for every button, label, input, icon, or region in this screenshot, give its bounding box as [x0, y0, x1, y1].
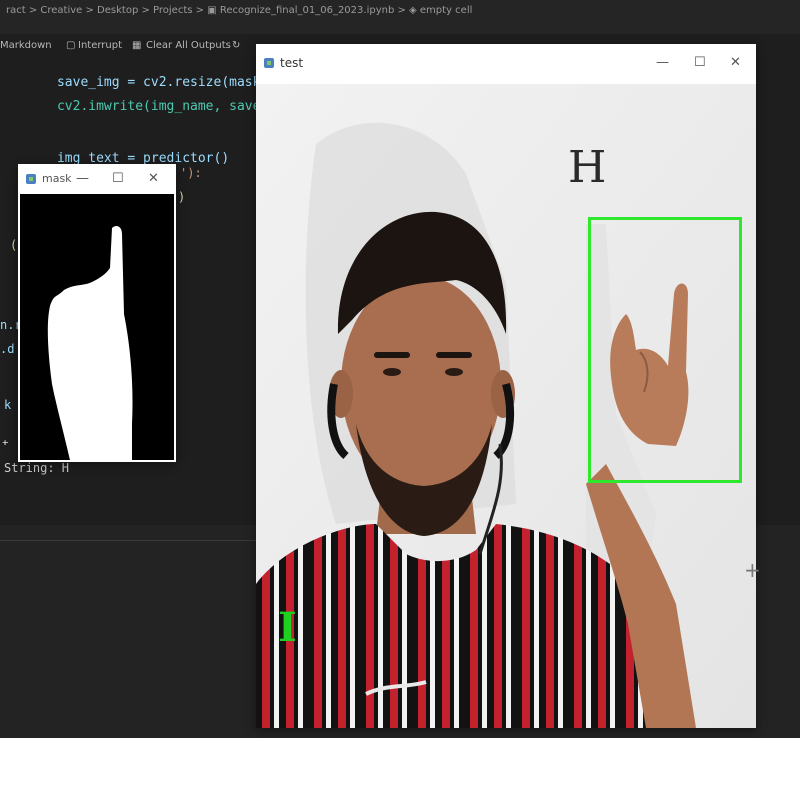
divider — [0, 540, 256, 541]
minimize-icon[interactable]: — — [656, 55, 669, 70]
close-icon[interactable]: ✕ — [148, 171, 159, 186]
text-cursor-letter: I — [278, 604, 297, 651]
maximize-icon[interactable]: ☐ — [112, 171, 124, 186]
maximize-icon[interactable]: ☐ — [694, 55, 706, 70]
mask-window[interactable]: mask — ☐ ✕ — [18, 164, 176, 462]
bottom-margin — [0, 738, 800, 800]
restart-icon[interactable]: ↻ — [232, 40, 240, 51]
markdown-button[interactable]: Markdown — [0, 40, 52, 51]
breadcrumb-path[interactable]: ract > Creative > Desktop > Projects > ▣… — [6, 5, 472, 16]
clear-outputs-button[interactable]: Clear All Outputs — [146, 40, 231, 51]
mask-window-titlebar[interactable]: mask — ☐ ✕ — [18, 164, 176, 194]
screenshot: ract > Creative > Desktop > Projects > ▣… — [0, 0, 800, 800]
code-fragment: '): — [180, 166, 202, 180]
code-fragment: k — [4, 398, 12, 412]
test-window[interactable]: test — ☐ ✕ H I — [256, 44, 756, 728]
clear-icon[interactable]: ▦ — [132, 40, 141, 51]
prediction-letter: H — [568, 142, 607, 193]
camera-feed: H I — [256, 84, 756, 728]
code-fragment: ( — [10, 238, 18, 252]
crosshair-cursor-icon: + — [744, 558, 761, 582]
interrupt-button[interactable]: Interrupt — [78, 40, 122, 51]
stop-icon[interactable]: ▢ — [66, 40, 75, 51]
hand-roi-box — [588, 217, 742, 483]
breadcrumb: ract > Creative > Desktop > Projects > ▣… — [0, 0, 800, 34]
output-string-line: String: H — [4, 461, 70, 475]
close-icon[interactable]: ✕ — [730, 55, 741, 70]
code-fragment: ) — [178, 190, 186, 204]
code-fragment: .d — [0, 342, 15, 356]
app-icon — [26, 174, 36, 184]
test-window-titlebar[interactable]: test — ☐ ✕ — [256, 44, 756, 84]
app-icon — [264, 58, 274, 68]
minimize-icon[interactable]: — — [76, 171, 89, 186]
mask-window-title: mask — [42, 172, 72, 185]
mask-image — [20, 194, 174, 460]
test-window-title: test — [280, 56, 304, 70]
hand-mask-silhouette — [47, 226, 133, 460]
